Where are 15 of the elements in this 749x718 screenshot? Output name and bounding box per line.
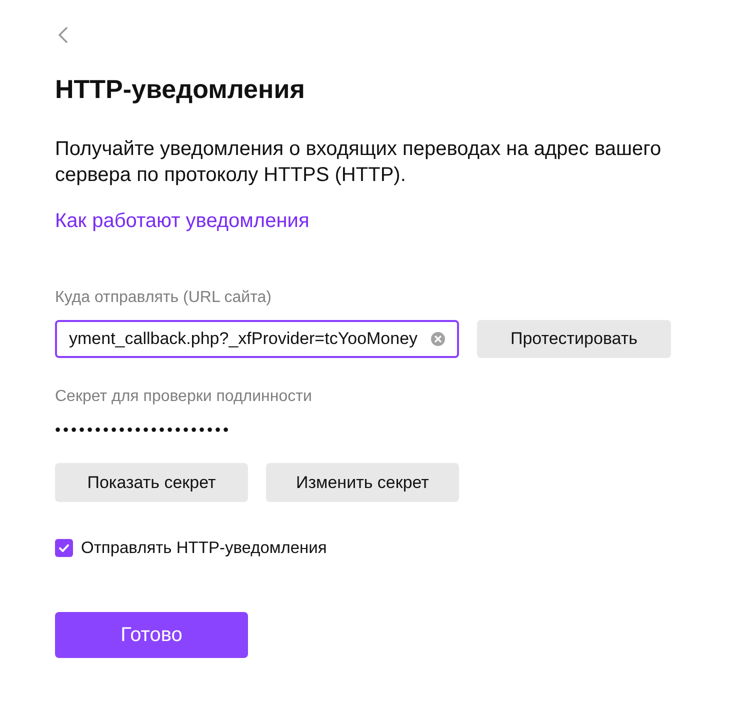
secret-button[interactable]: Изменить секрет <box>266 463 459 502</box>
secret-label: Секрет для проверки подлинности <box>55 387 312 407</box>
description-text: Получайте уведомления о входящих переводах на адрес вашего сервера по протоколу HTTPS (HTTP). <box>55 137 662 188</box>
done-button[interactable]: Готово <box>55 612 248 658</box>
checkbox-label[interactable]: Отправлять HTTP-уведомления <box>81 538 327 558</box>
page-title: HTTP-уведомления <box>55 74 305 104</box>
url-field-label: Куда отправлять (URL сайта) <box>55 288 272 308</box>
secret-button[interactable]: Показать секрет <box>55 463 248 502</box>
back-icon[interactable] <box>58 27 68 43</box>
test-button[interactable]: Протестировать <box>477 320 671 358</box>
url-input-field[interactable]: yment_callback.php?_xfProvider=tcYooMoney <box>55 320 459 358</box>
checkbox[interactable] <box>55 539 73 557</box>
clear-icon[interactable] <box>431 332 445 346</box>
help-link[interactable]: Как работают уведомления <box>55 208 310 234</box>
masked-secret-text: •••••••••••••••••••••• <box>55 421 232 441</box>
